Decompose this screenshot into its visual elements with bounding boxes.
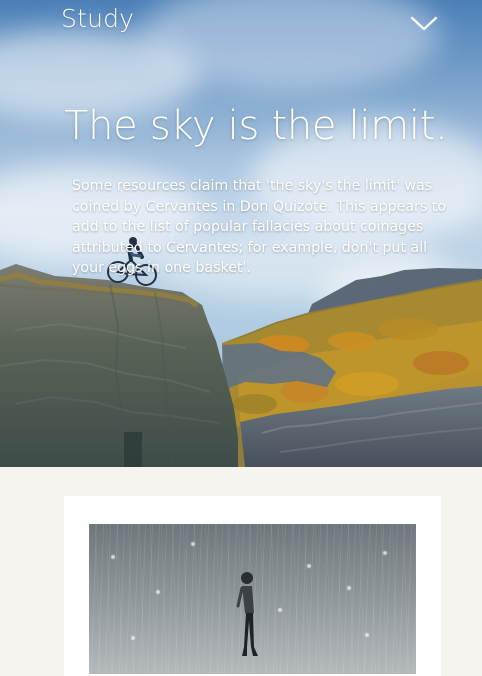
hero-title: The sky is the limit.: [64, 103, 448, 149]
hero-description: Some resources claim that 'the sky's the…: [72, 178, 447, 276]
hero-section: Study The sky is the limit. Some resourc…: [0, 0, 482, 467]
chevron-down-icon[interactable]: [408, 12, 440, 34]
hero-copy: The sky is the limit. Some resources cla…: [0, 0, 482, 467]
feature-card: [64, 496, 441, 676]
raindrop-decoration: [383, 551, 387, 555]
person-figure: [236, 572, 258, 656]
raindrop-decoration: [278, 608, 282, 612]
raindrop-decoration: [131, 636, 135, 640]
person-in-rain-photo: [89, 524, 416, 674]
top-navigation-bar: Study: [0, 0, 482, 50]
raindrop-decoration: [111, 555, 115, 559]
raindrop-decoration: [156, 590, 160, 594]
raindrop-decoration: [347, 586, 351, 590]
content-section: [0, 467, 482, 676]
raindrop-decoration: [307, 564, 311, 568]
site-brand[interactable]: Study: [61, 4, 134, 33]
raindrop-decoration: [191, 542, 195, 546]
raindrop-decoration: [365, 633, 369, 637]
